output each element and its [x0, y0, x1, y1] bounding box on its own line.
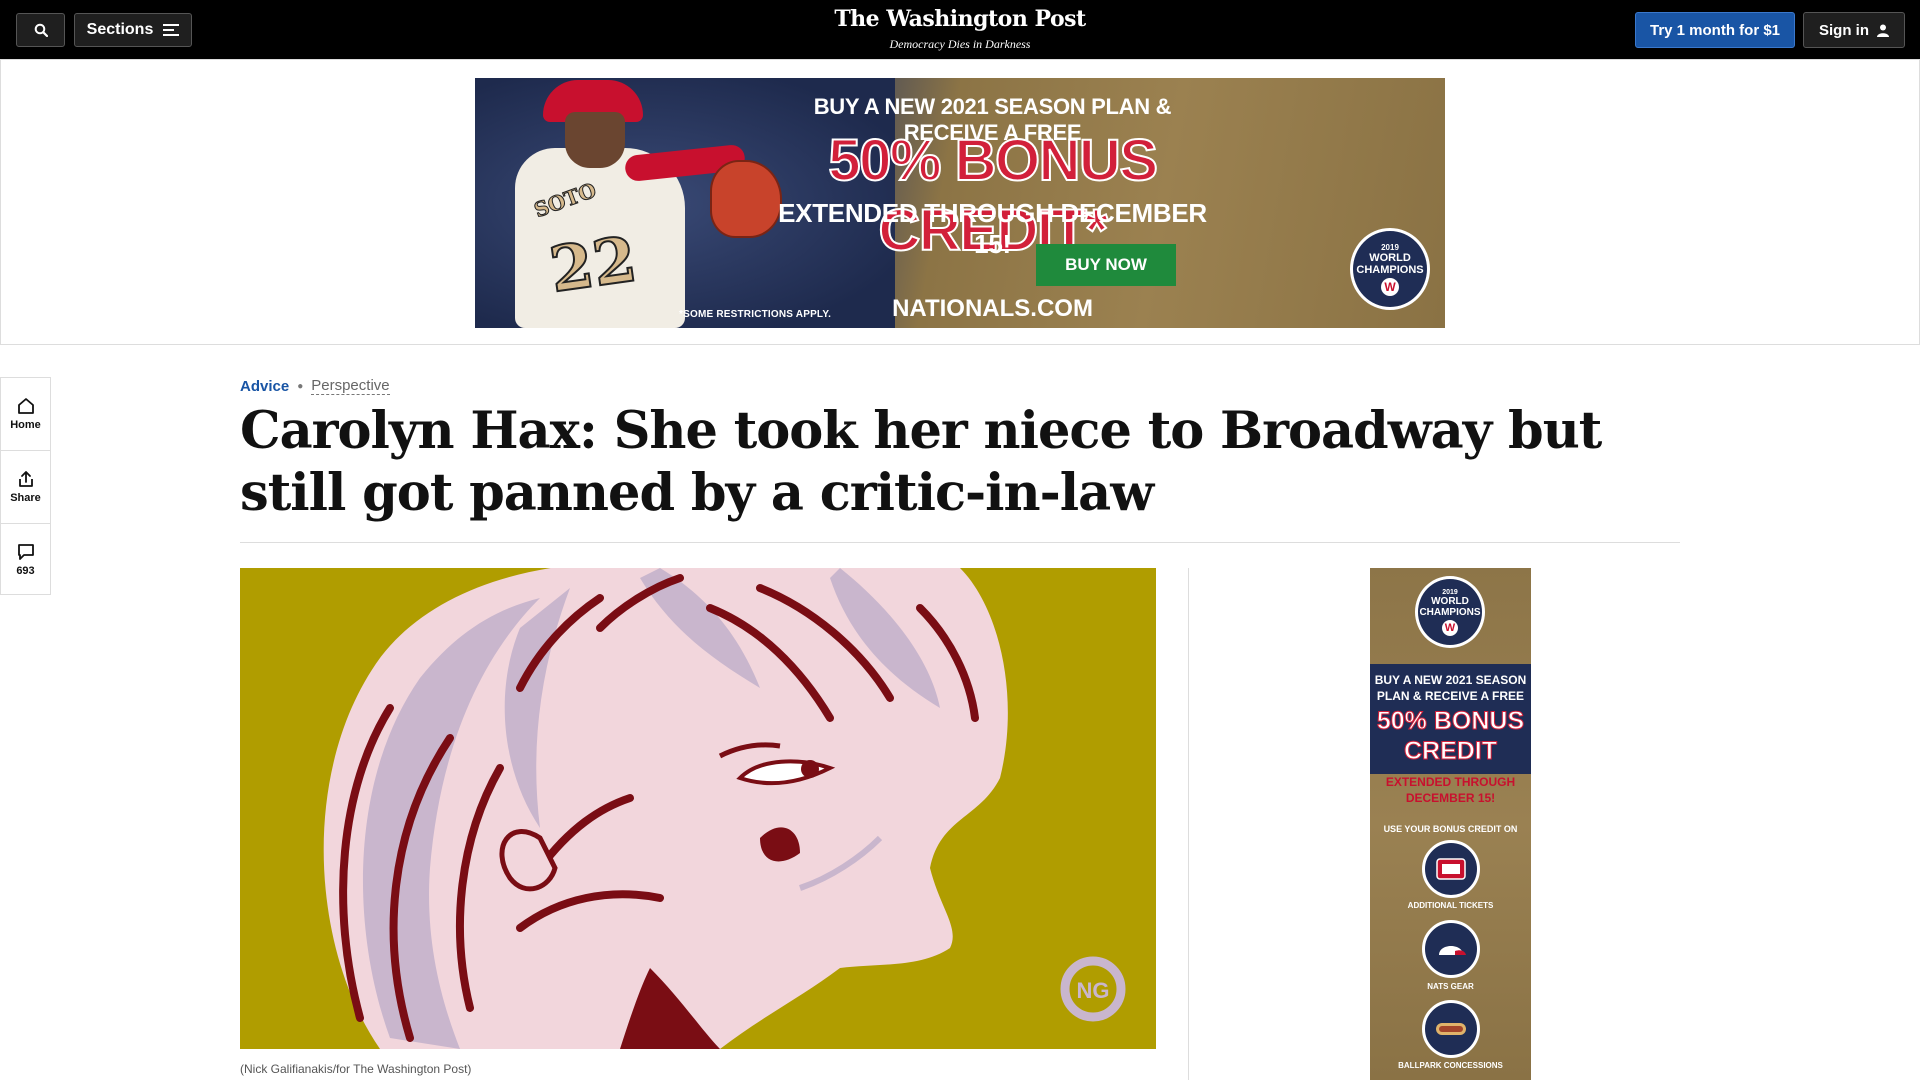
search-button[interactable]: [16, 13, 65, 47]
side-ad-line-3: EXTENDED THROUGH DECEMBER 15!: [1385, 775, 1516, 805]
comment-icon: [17, 543, 34, 560]
sign-in-label: Sign in: [1819, 21, 1869, 39]
home-label: Home: [10, 419, 41, 431]
column-divider: [1188, 568, 1189, 1080]
ad-buy-now-button[interactable]: BUY NOW: [1036, 244, 1176, 286]
side-badge-year: 2019: [1442, 588, 1458, 596]
site-logo[interactable]: The Washington Post Democracy Dies in Da…: [760, 6, 1160, 52]
subscribe-button[interactable]: Try 1 month for $1: [1635, 12, 1795, 48]
search-icon: [34, 23, 48, 37]
share-icon: [18, 470, 33, 487]
sections-label: Sections: [86, 21, 154, 38]
home-icon: [17, 398, 34, 414]
lead-illustration: NG: [240, 568, 1156, 1049]
image-caption: (Nick Galifianakis/for The Washington Po…: [240, 1062, 472, 1076]
sections-button[interactable]: Sections: [74, 13, 192, 47]
sign-in-button[interactable]: Sign in: [1803, 12, 1905, 48]
share-button[interactable]: Share: [1, 450, 50, 522]
home-button[interactable]: Home: [1, 378, 50, 450]
headline-divider: [240, 542, 1680, 543]
share-label: Share: [10, 491, 41, 504]
ad-site-url: NATIONALS.COM: [892, 295, 1093, 322]
kicker-separator: ●: [297, 380, 304, 392]
side-item-gear: NATS GEAR: [1427, 982, 1474, 991]
top-nav-bar: Sections The Washington Post Democracy D…: [0, 0, 1920, 59]
badge-year: 2019: [1381, 242, 1399, 252]
illustration-drawing: NG: [240, 568, 1156, 1049]
comments-button[interactable]: 693: [1, 523, 50, 595]
ad-player-face: [565, 112, 625, 168]
article-headline: Carolyn Hax: She took her niece to Broad…: [240, 401, 1602, 523]
ticket-icon: [1422, 840, 1480, 898]
perspective-label[interactable]: Perspective: [311, 377, 390, 395]
floating-action-rail: Home Share 693: [0, 377, 51, 595]
side-badge-text: WORLD CHAMPIONS: [1419, 595, 1481, 618]
artist-signature: NG: [1077, 978, 1110, 1003]
side-nationals-logo-icon: W: [1442, 619, 1458, 636]
side-banner-ad[interactable]: 2019 WORLD CHAMPIONS W BUY A NEW 2021 SE…: [1370, 568, 1531, 1080]
hotdog-icon: [1422, 1000, 1480, 1058]
badge-text: WORLD CHAMPIONS: [1356, 251, 1424, 276]
side-ad-line-2: 50% BONUS CREDIT: [1376, 707, 1525, 766]
side-ad-line-1: BUY A NEW 2021 SEASON PLAN & RECEIVE A F…: [1374, 673, 1527, 703]
menu-icon: [163, 24, 180, 36]
cap-icon: [1422, 920, 1480, 978]
side-ad-line-4: USE YOUR BONUS CREDIT ON: [1383, 824, 1518, 834]
ad-jersey-number: 22: [544, 221, 642, 307]
side-item-concessions: BALLPARK CONCESSIONS: [1398, 1061, 1503, 1070]
comments-count: 693: [16, 564, 35, 577]
brand-name: The Washington Post: [834, 6, 1086, 32]
world-champions-badge: 2019 WORLD CHAMPIONS W: [1350, 228, 1430, 310]
top-banner-ad[interactable]: SOTO 22 *SOME RESTRICTIONS APPLY. BUY A …: [475, 78, 1445, 328]
nationals-logo-icon: W: [1381, 277, 1399, 296]
side-item-tickets: ADDITIONAL TICKETS: [1407, 901, 1494, 910]
article-kicker: Advice ● Perspective: [240, 377, 390, 395]
side-champions-badge: 2019 WORLD CHAMPIONS W: [1415, 576, 1485, 648]
user-icon: [1877, 24, 1889, 37]
brand-tagline: Democracy Dies in Darkness: [889, 37, 1031, 51]
section-link-advice[interactable]: Advice: [240, 378, 289, 395]
